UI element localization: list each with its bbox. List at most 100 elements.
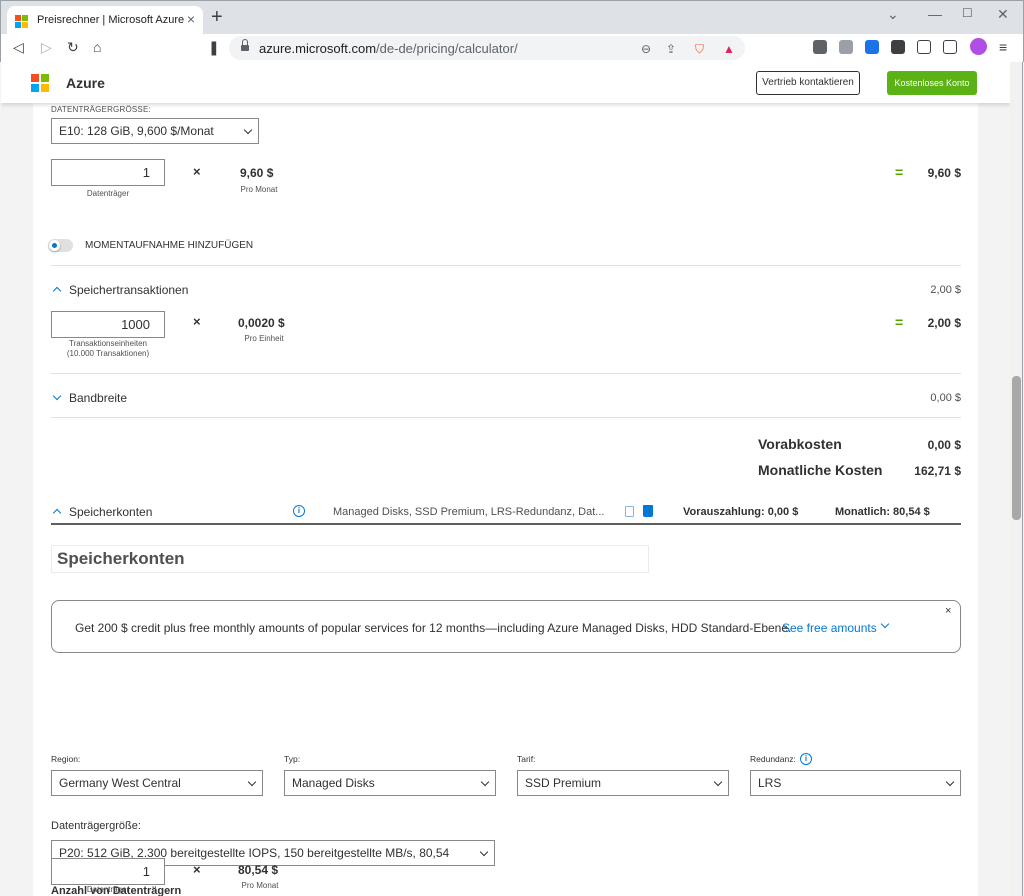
forward-icon[interactable]: ▷: [41, 39, 52, 55]
storage-accounts-title[interactable]: Speicherkonten: [69, 505, 152, 519]
browser-tab[interactable]: Preisrechner | Microsoft Azure ×: [7, 6, 203, 35]
transactions-unit-label: Pro Einheit: [244, 334, 284, 343]
tab-title: Preisrechner | Microsoft Azure: [37, 14, 185, 26]
bandwidth-title[interactable]: Bandbreite: [69, 391, 127, 405]
tier-label: Tarif:: [517, 754, 536, 764]
tier-value: SSD Premium: [525, 776, 602, 790]
disk-unit-label: Pro Monat: [240, 185, 278, 194]
microsoft-favicon-icon: [15, 15, 28, 28]
disk2-quantity-input[interactable]: 1: [51, 858, 165, 885]
redundancy-label: Redundanz:: [750, 754, 796, 764]
divider: [51, 373, 961, 374]
bookmark-icon[interactable]: ❚: [208, 39, 220, 55]
back-icon[interactable]: ◁: [13, 39, 24, 55]
region-label: Region:: [51, 754, 81, 764]
disk2-unit-label: Pro Monat: [241, 881, 279, 890]
lock-icon: [241, 39, 249, 52]
calculator-content: DATENTRÄGERGRÖSSE: E10: 128 GiB, 9,600 $…: [33, 103, 978, 896]
extension-icon[interactable]: [813, 40, 827, 54]
type-value: Managed Disks: [292, 776, 375, 790]
multiply-icon: ×: [193, 314, 201, 329]
puzzle-icon[interactable]: [891, 40, 905, 54]
microsoft-logo-icon[interactable]: [31, 74, 49, 92]
disk2-quantity-label: Datenträger: [86, 885, 130, 894]
upfront-cost-value: 0,00 $: [927, 438, 961, 452]
banner-text: Get 200 $ credit plus free monthly amoun…: [75, 621, 792, 635]
disk-unit-price: 9,60 $: [240, 166, 274, 180]
snapshot-toggle[interactable]: [48, 239, 73, 252]
chevron-up-icon[interactable]: [52, 286, 62, 296]
transactions-title[interactable]: Speichertransaktionen: [69, 283, 188, 297]
tab-close-icon[interactable]: ×: [187, 11, 195, 27]
address-bar[interactable]: azure.microsoft.com/de-de/pricing/calcul…: [229, 36, 745, 60]
delete-icon[interactable]: [643, 505, 653, 517]
minimize-icon[interactable]: —: [928, 6, 942, 22]
url-host: azure.microsoft.com: [259, 41, 377, 56]
bandwidth-summary: 0,00 $: [930, 392, 961, 404]
transactions-quantity-input[interactable]: 1000: [51, 311, 165, 338]
brave-shield-icon[interactable]: ⛉: [695, 42, 704, 57]
region-select[interactable]: Germany West Central: [51, 770, 263, 796]
url-path: /de-de/pricing/calculator/: [376, 41, 518, 56]
home-icon[interactable]: ⌂: [93, 39, 101, 55]
tab-search-icon[interactable]: ⌄: [887, 6, 899, 23]
disk-size-select[interactable]: E10: 128 GiB, 9,600 $/Monat: [51, 118, 259, 144]
disk-size2-label: Datenträgergröße:: [51, 820, 141, 832]
equals-icon: =: [895, 164, 904, 180]
new-tab-icon[interactable]: +: [211, 7, 223, 27]
disk-quantity-input[interactable]: 1: [51, 159, 165, 186]
disk-total: 9,60 $: [927, 166, 961, 180]
info-icon[interactable]: i: [800, 753, 812, 765]
free-account-button[interactable]: Kostenloses Konto: [887, 71, 977, 95]
menu-icon[interactable]: ≡: [999, 39, 1007, 55]
equals-icon: =: [895, 314, 904, 330]
redundancy-select[interactable]: LRS: [750, 770, 961, 796]
monthly-cost-value: 162,71 $: [914, 464, 961, 478]
snapshot-label: MOMENTAUFNAHME HINZUFÜGEN: [85, 240, 254, 251]
browser-tab-strip: Preisrechner | Microsoft Azure × + ⌄ — ☐…: [0, 0, 1024, 35]
extension-icon[interactable]: [839, 40, 853, 54]
toggle-dot: [52, 243, 57, 248]
divider: [51, 417, 961, 418]
chevron-down-icon: [247, 777, 257, 787]
window-close-icon[interactable]: ✕: [997, 6, 1009, 23]
extension-icon[interactable]: [865, 40, 879, 54]
chevron-down-icon: [480, 777, 490, 787]
close-icon[interactable]: ×: [945, 605, 951, 617]
region-value: Germany West Central: [59, 776, 181, 790]
monthly-cost-label: Monatliche Kosten: [758, 462, 883, 478]
type-label: Typ:: [284, 754, 301, 764]
redundancy-value: LRS: [758, 776, 782, 790]
copy-icon[interactable]: [625, 506, 634, 517]
brand-name[interactable]: Azure: [66, 75, 105, 91]
chevron-down-icon: [243, 125, 253, 135]
chevron-up-icon[interactable]: [52, 508, 62, 518]
transactions-summary: 2,00 $: [930, 284, 961, 296]
wallet-icon[interactable]: [943, 40, 957, 54]
sidebar-icon[interactable]: [917, 40, 931, 54]
maximize-icon[interactable]: ☐: [962, 6, 973, 20]
avatar[interactable]: [970, 38, 987, 55]
transactions-total: 2,00 $: [927, 316, 961, 330]
page-scrollbar[interactable]: [1010, 62, 1023, 896]
chevron-down-icon: [479, 847, 489, 857]
brave-rewards-icon[interactable]: ▲: [723, 42, 735, 56]
see-free-amounts-link[interactable]: See free amounts: [782, 621, 877, 635]
disk-size-value: E10: 128 GiB, 9,600 $/Monat: [59, 124, 214, 138]
type-select[interactable]: Managed Disks: [284, 770, 496, 796]
browser-toolbar: ◁ ▷ ↻ ⌂ ❚ azure.microsoft.com/de-de/pric…: [0, 34, 1024, 62]
contact-sales-button[interactable]: Vertrieb kontaktieren: [756, 71, 860, 95]
tier-select[interactable]: SSD Premium: [517, 770, 729, 796]
chevron-down-icon[interactable]: [52, 391, 62, 401]
reload-icon[interactable]: ↻: [67, 39, 79, 55]
share-icon[interactable]: ⇪: [666, 42, 676, 56]
multiply-icon: ×: [193, 862, 201, 877]
estimate-name-input[interactable]: Speicherkonten: [51, 545, 649, 573]
disk-size-label: DATENTRÄGERGRÖSSE:: [51, 105, 151, 114]
zoom-icon[interactable]: ⊖: [641, 42, 651, 56]
storage-accounts-upfront: Vorauszahlung: 0,00 $: [683, 506, 799, 518]
azure-header: Azure Vertrieb kontaktieren Kostenloses …: [1, 62, 1010, 103]
disk-quantity-label: Datenträger: [86, 189, 130, 198]
scrollbar-thumb[interactable]: [1012, 376, 1021, 520]
info-icon[interactable]: i: [293, 505, 305, 517]
